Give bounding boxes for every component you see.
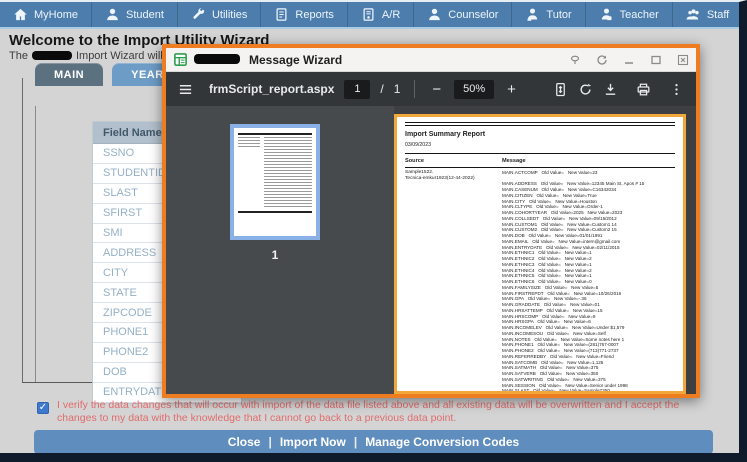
- page-divider: /: [380, 82, 384, 96]
- nav-item-label: A/R: [381, 8, 401, 21]
- pin-icon[interactable]: [569, 54, 581, 66]
- report-date: 03/09/2023: [405, 141, 431, 148]
- green-table-icon: [173, 52, 188, 67]
- page-number-input[interactable]: 1: [344, 79, 371, 99]
- page-subtitle: The Import Wizard will he: [9, 50, 178, 62]
- wrench-icon: [191, 7, 206, 22]
- verify-text-line2: changes to my data with the knowledge th…: [57, 412, 457, 424]
- close-icon[interactable]: [677, 54, 689, 66]
- nav-item-teacher[interactable]: Teacher: [586, 2, 673, 27]
- ar-icon: [361, 7, 376, 22]
- top-nav: MyHome Student Utilities Reports A/R Counselo…: [0, 2, 739, 29]
- action-bar-divider: |: [353, 435, 358, 449]
- report-message-list: MAIN.ACTCOMP Old Value= New Value=23 MAIN…: [502, 170, 675, 394]
- counselor-icon: [427, 7, 442, 22]
- thumbnail-page-number: 1: [271, 248, 279, 262]
- report-body: Sample1522. Tecnica-emkur1923(12-44-2022…: [405, 170, 675, 394]
- groupbox-left-border: [35, 106, 36, 382]
- modal-window-controls: [569, 54, 689, 66]
- report-column-headers: Source Message: [405, 155, 675, 167]
- nav-item-utilities[interactable]: Utilities: [178, 2, 262, 27]
- nav-item-a-r[interactable]: A/R: [348, 2, 415, 27]
- kebab-icon[interactable]: [669, 82, 684, 97]
- tutor-icon: [525, 7, 540, 22]
- window-bottom-edge: [0, 453, 739, 462]
- pdf-toolbar: frmScript_report.aspx 1 / 1 − 50% +: [166, 72, 696, 106]
- menu-icon[interactable]: [178, 82, 193, 97]
- nav-item-student[interactable]: Student: [92, 2, 178, 27]
- report-col-message: Message: [502, 158, 526, 164]
- pdf-viewer-area: 1 Import Summary Report 03/09/2023 Sourc…: [166, 106, 696, 394]
- zoom-in-button[interactable]: +: [504, 81, 519, 98]
- rotate-icon[interactable]: [578, 82, 593, 97]
- maximize-icon[interactable]: [650, 54, 662, 66]
- nav-item-counselor[interactable]: Counselor: [414, 2, 513, 27]
- toolbar-divider: [414, 80, 416, 98]
- report-page[interactable]: Import Summary Report 03/09/2023 Source …: [394, 114, 686, 394]
- page-thumbnail[interactable]: [230, 124, 320, 240]
- report-message-line: MAIN.SLAST Old Value= New Value=Sample73…: [502, 388, 610, 394]
- nav-item-label: Student: [126, 8, 164, 21]
- report-message-line: MAIN.ACTCOMP Old Value= New Value=23: [502, 170, 598, 175]
- staff-icon: [686, 7, 701, 22]
- report-source-line2: Tecnica-emkur1923(12-44-2022): [405, 176, 475, 181]
- page-total: 1: [393, 82, 401, 96]
- close-button[interactable]: Close: [228, 435, 261, 449]
- redacted-app-name: [194, 54, 240, 64]
- nav-item-label: Utilities: [211, 8, 248, 21]
- student-icon: [105, 7, 120, 22]
- refresh-icon[interactable]: [596, 54, 608, 66]
- zoom-out-button[interactable]: −: [429, 81, 444, 98]
- nav-item-label: MyHome: [34, 8, 79, 21]
- page-subtitle-prefix: The: [9, 50, 28, 62]
- modal-title: Message Wizard: [249, 52, 343, 67]
- panel-left-border: [22, 78, 23, 382]
- nav-item-reports[interactable]: Reports: [261, 2, 348, 27]
- import-now-button[interactable]: Import Now: [280, 435, 346, 449]
- manage-conversion-codes-button[interactable]: Manage Conversion Codes: [365, 435, 519, 449]
- nav-item-label: Tutor: [546, 8, 572, 21]
- action-bar-divider: |: [268, 435, 272, 449]
- zoom-level-input[interactable]: 50%: [454, 79, 495, 99]
- nav-item-label: Teacher: [619, 8, 659, 21]
- verify-text: I verify the data changes that will occu…: [57, 399, 679, 425]
- fit-page-icon[interactable]: [553, 82, 568, 97]
- thumbnail-panel: 1: [166, 106, 394, 394]
- verify-row: ✓ I verify the data changes that will oc…: [37, 399, 737, 425]
- tab-main[interactable]: MAIN: [35, 63, 104, 86]
- print-icon[interactable]: [636, 82, 651, 97]
- report-col-source: Source: [405, 158, 424, 164]
- nav-item-staff[interactable]: Staff: [673, 2, 739, 27]
- home-icon: [13, 7, 28, 22]
- nav-item-label: Reports: [295, 8, 334, 21]
- message-wizard-modal: Message Wizard frmScript_report.aspx 1 /…: [162, 44, 700, 398]
- report-source-cell: Sample1522. Tecnica-emkur1923(12-44-2022…: [405, 170, 502, 391]
- action-bar: Close | Import Now | Manage Conversion Codes: [34, 430, 713, 454]
- redacted-product-name: [31, 50, 72, 60]
- nav-item-label: Counselor: [448, 8, 499, 21]
- reports-icon: [274, 7, 289, 22]
- modal-title-bar[interactable]: Message Wizard: [166, 48, 696, 72]
- nav-item-tutor[interactable]: Tutor: [512, 2, 586, 27]
- minimize-icon[interactable]: [623, 54, 635, 66]
- report-title: Import Summary Report: [405, 130, 486, 138]
- verify-checkbox[interactable]: ✓: [37, 402, 49, 414]
- download-icon[interactable]: [603, 82, 618, 97]
- teacher-icon: [599, 7, 614, 22]
- pdf-filename: frmScript_report.aspx: [209, 82, 335, 96]
- nav-item-label: Staff: [706, 8, 730, 21]
- verify-text-line1: I verify the data changes that will occu…: [57, 399, 680, 411]
- import-utility-wizard-screen: MyHome Student Utilities Reports A/R Counselo…: [0, 0, 747, 462]
- nav-item-myhome[interactable]: MyHome: [0, 2, 93, 27]
